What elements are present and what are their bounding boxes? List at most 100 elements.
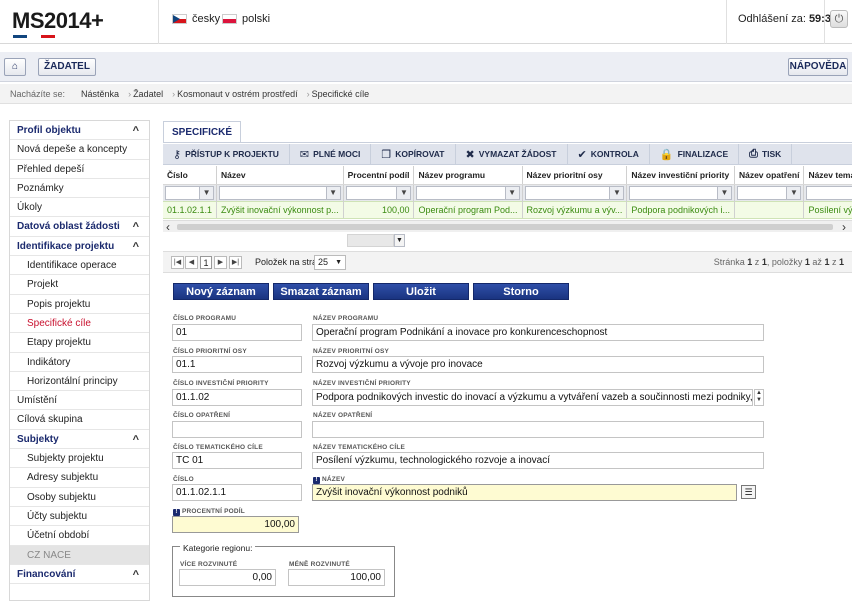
list-icon[interactable]: ☰ — [741, 485, 756, 499]
sidebar-item[interactable]: Popis projektu — [10, 295, 149, 314]
cislo-osy-field[interactable]: 01.1 — [172, 356, 302, 373]
filter-input[interactable] — [165, 185, 201, 200]
sidebar-item[interactable]: Cílová skupina — [10, 410, 149, 430]
filter-icon[interactable]: ▼ — [200, 185, 215, 200]
sidebar-item[interactable]: Přehled depeší — [10, 160, 149, 179]
toolbar-button[interactable]: ✔ KONTROLA — [568, 143, 650, 165]
cislo-programu-field[interactable]: 01 — [172, 324, 302, 341]
cancel-button[interactable]: Storno — [473, 283, 569, 300]
column-header[interactable]: Název tematického — [803, 166, 852, 185]
sidebar-item[interactable]: Identifikace operace — [10, 256, 149, 276]
power-icon[interactable]: ⏻ — [830, 10, 848, 28]
sidebar-item[interactable]: Profil objektu ^ — [10, 121, 149, 141]
column-header[interactable]: Název prioritní osy — [522, 166, 628, 185]
role-button[interactable]: ŽADATEL — [38, 58, 96, 76]
sidebar-item[interactable]: Účty subjektu — [10, 507, 149, 527]
column-header[interactable]: Název opatření — [734, 166, 805, 185]
chevron-up-icon[interactable]: ^ — [133, 238, 139, 257]
column-selector[interactable]: ▼ — [347, 234, 405, 247]
sidebar-item[interactable]: Nová depeše a koncepty — [10, 140, 149, 160]
breadcrumb-item-zadatel[interactable]: Žadatel — [127, 89, 175, 99]
filter-input[interactable] — [736, 185, 788, 200]
column-selector-field[interactable] — [347, 234, 394, 247]
toolbar-button[interactable]: ⎙ TISK — [739, 143, 793, 165]
filter-input[interactable] — [345, 185, 398, 200]
nazev-field[interactable]: Zvýšit inovační výkonnost podniků — [312, 484, 737, 501]
column-header[interactable]: Číslo — [163, 166, 218, 185]
filter-icon[interactable]: ▼ — [326, 185, 341, 200]
scroll-right-icon[interactable]: › — [842, 220, 846, 234]
toolbar-button[interactable]: ⚷ PŘÍSTUP K PROJEKTU — [163, 143, 290, 165]
filter-icon[interactable]: ▼ — [787, 185, 802, 200]
chevron-up-icon[interactable]: ^ — [133, 566, 139, 585]
filter-icon[interactable]: ▼ — [397, 185, 412, 200]
new-record-button[interactable]: Nový záznam — [173, 283, 269, 300]
procentni-podil-field[interactable]: 100,00 — [172, 516, 299, 533]
sidebar-item[interactable]: Projekt — [10, 275, 149, 295]
cislo-tc-field[interactable]: TC 01 — [172, 452, 302, 469]
sidebar-item[interactable]: Poznámky — [10, 179, 149, 199]
filter-input[interactable] — [219, 185, 327, 200]
vice-rozvinute-field[interactable]: 0,00 — [179, 569, 276, 586]
chevron-up-icon[interactable]: ^ — [133, 218, 139, 237]
cislo-priority-field[interactable]: 01.1.02 — [172, 389, 302, 406]
sidebar-item[interactable]: Financování ^ — [10, 565, 149, 585]
delete-record-button[interactable]: Smazat záznam — [273, 283, 369, 300]
chevron-down-icon[interactable]: ▼ — [394, 234, 405, 247]
scroll-thumb[interactable] — [177, 224, 833, 230]
first-page-button[interactable]: |◀ — [171, 256, 184, 269]
nazev-priority-field[interactable]: Podpora podnikových investic do inovací … — [312, 389, 753, 406]
sidebar-item[interactable]: Etapy projektu — [10, 333, 149, 353]
scroll-left-icon[interactable]: ‹ — [166, 220, 170, 234]
nazev-programu-field[interactable]: Operační program Podnikání a inovace pro… — [312, 324, 764, 341]
cislo-opatreni-field[interactable] — [172, 421, 302, 438]
horizontal-scrollbar[interactable]: ‹ › — [163, 220, 852, 234]
textarea-scroll-arrows[interactable]: ▲ ▼ — [754, 389, 764, 406]
filter-icon[interactable]: ▼ — [505, 185, 520, 200]
breadcrumb-item-project[interactable]: Kosmonaut v ostrém prostředí — [171, 89, 309, 99]
sidebar-item[interactable]: Indikátory — [10, 353, 149, 372]
sidebar-item[interactable]: Subjekty ^ — [10, 430, 149, 450]
column-header[interactable]: Název programu — [413, 166, 523, 185]
nazev-tc-field[interactable]: Posílení výzkumu, technologického rozvoj… — [312, 452, 764, 469]
prev-page-button[interactable]: ◀ — [185, 256, 198, 269]
sidebar-item[interactable]: Identifikace projektu ^ — [10, 237, 149, 257]
column-header[interactable]: Název investiční priority — [626, 166, 735, 185]
sidebar-item[interactable]: Umístění — [10, 391, 149, 411]
sidebar-item[interactable]: Účetní období — [10, 526, 149, 546]
language-cs[interactable]: česky — [172, 13, 220, 25]
tab-specificke-cile[interactable]: SPECIFICKÉ CÍLE — [163, 121, 241, 160]
app-logo[interactable]: MS2014+ — [12, 8, 104, 38]
nazev-osy-field[interactable]: Rozvoj výzkumu a vývoje pro inovace — [312, 356, 764, 373]
filter-input[interactable] — [524, 185, 611, 200]
page-number-input[interactable]: 1 — [200, 256, 212, 269]
chevron-up-icon[interactable]: ^ — [133, 122, 139, 141]
sidebar-item[interactable]: Horizontální principy — [10, 372, 149, 392]
toolbar-button[interactable]: ❐ KOPÍROVAT — [371, 143, 456, 165]
toolbar-button[interactable]: ✉ PLNÉ MOCI — [290, 143, 372, 165]
sidebar-item[interactable]: Datová oblast žádosti ^ — [10, 217, 149, 237]
column-header[interactable]: Procentní podíl — [343, 166, 415, 185]
nazev-opatreni-field[interactable] — [312, 421, 764, 438]
toolbar-button[interactable]: 🔒 FINALIZACE — [650, 143, 740, 165]
help-button[interactable]: NÁPOVĚDA — [788, 58, 848, 76]
sidebar-item[interactable]: Osoby subjektu — [10, 488, 149, 507]
filter-input[interactable] — [629, 185, 718, 200]
sidebar-item[interactable]: Adresy subjektu — [10, 468, 149, 488]
breadcrumb-item-nastenka[interactable]: Nástěnka — [75, 89, 131, 99]
column-header[interactable]: Název — [216, 166, 344, 185]
chevron-up-icon[interactable]: ^ — [133, 431, 139, 450]
save-button[interactable]: Uložit — [373, 283, 469, 300]
sidebar-item[interactable]: Subjekty projektu — [10, 449, 149, 469]
home-button[interactable]: ⌂ — [4, 58, 26, 76]
last-page-button[interactable]: ▶| — [229, 256, 242, 269]
filter-icon[interactable]: ▼ — [717, 185, 732, 200]
sidebar-item[interactable]: Specifické cíle — [10, 314, 149, 334]
filter-input[interactable] — [806, 185, 852, 200]
mene-rozvinute-field[interactable]: 100,00 — [288, 569, 385, 586]
filter-input[interactable] — [416, 185, 506, 200]
page-size-select[interactable]: 25 ▼ — [314, 255, 346, 270]
table-row[interactable]: 01.1.02.1.1 Zvýšit inovační výkonnost p..… — [163, 200, 852, 219]
cislo-field[interactable]: 01.1.02.1.1 — [172, 484, 302, 501]
sidebar-item[interactable]: CZ NACE — [10, 545, 149, 565]
